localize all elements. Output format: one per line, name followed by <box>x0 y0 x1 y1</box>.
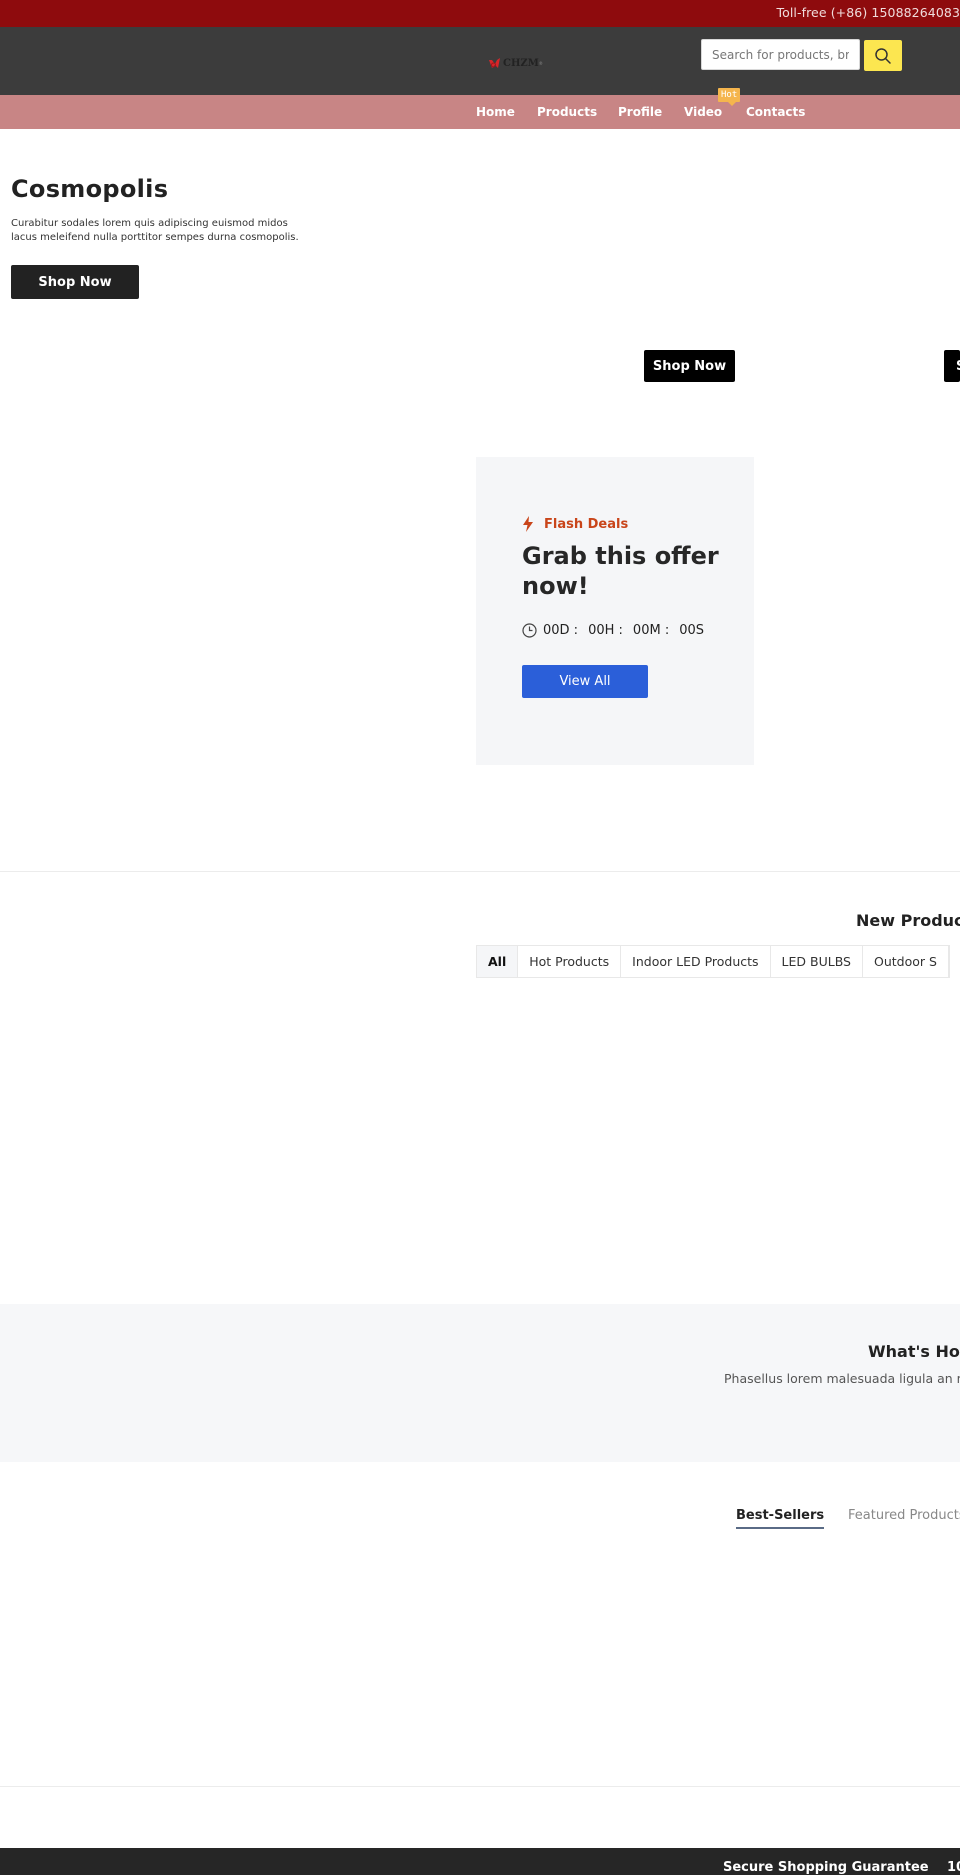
slide-shop-now-button-2[interactable]: Shop Now <box>944 350 960 382</box>
main-nav: Home Products Profile Video Contacts <box>0 95 960 129</box>
tab-hot-products[interactable]: Hot Products <box>518 946 622 977</box>
hero-shop-now-button[interactable]: Shop Now <box>11 265 139 299</box>
tab-led-bulbs[interactable]: LED BULBS <box>771 946 863 977</box>
clock-icon <box>522 623 537 638</box>
tab-indoor-led-products[interactable]: Indoor LED Products <box>621 946 771 977</box>
hot-badge: Hot <box>718 88 741 106</box>
search-button[interactable] <box>864 40 902 71</box>
hero-title: Cosmopolis <box>11 175 169 203</box>
slide-shop-now-button[interactable]: Shop Now <box>644 350 735 382</box>
section-divider-2 <box>0 1786 960 1787</box>
nav-item-home[interactable]: Home <box>476 105 515 119</box>
nav-item-profile[interactable]: Profile <box>618 105 662 119</box>
tab-all[interactable]: All <box>477 946 519 977</box>
countdown-seconds: 00S <box>679 623 704 638</box>
top-bar: Toll-free (+86) 15088264083 <box>0 0 960 27</box>
view-all-button[interactable]: View All <box>522 665 648 698</box>
footer-item-2: 10 <box>947 1860 960 1875</box>
flash-deals-text: Flash Deals <box>544 516 629 532</box>
tab-best-sellers[interactable]: Best-Sellers <box>736 1508 825 1529</box>
registered-mark: ® <box>538 60 543 66</box>
whats-hot-title: What's Hot <box>868 1342 960 1361</box>
tab-featured-products[interactable]: Featured Products <box>848 1508 960 1523</box>
flash-deals-title: Grab this offer now! <box>522 542 719 600</box>
toll-free-phone: Toll-free (+86) 15088264083 <box>776 5 960 20</box>
countdown-minutes: 00M : <box>632 623 670 638</box>
new-products-title: New Products <box>856 911 960 930</box>
search-icon <box>875 47 891 64</box>
footer-bar: Secure Shopping Guarantee 10 <box>0 1848 960 1875</box>
flash-deals-card: Flash Deals Grab this offer now! 00D : 0… <box>476 457 754 765</box>
logo-mark-icon <box>489 58 500 68</box>
whats-hot-subtitle: Phasellus lorem malesuada ligula an mila… <box>724 1371 960 1386</box>
hero-description: Curabitur sodales lorem quis adipiscing … <box>11 218 299 243</box>
section-divider <box>0 871 960 872</box>
nav-item-contacts[interactable]: Contacts <box>746 105 805 119</box>
secure-shopping-guarantee: Secure Shopping Guarantee <box>723 1860 929 1875</box>
lightning-icon <box>523 516 533 532</box>
countdown-hours: 00H : <box>588 623 623 638</box>
site-header: CHZM ® <box>0 27 960 95</box>
countdown-timer: 00D : 00H : 00M : 00S <box>522 623 714 638</box>
search-input[interactable] <box>701 39 860 70</box>
product-category-tabs: All Hot Products Indoor LED Products LED… <box>476 945 950 978</box>
tab-outdoor[interactable]: Outdoor S <box>863 946 949 977</box>
whats-hot-section: What's Hot Phasellus lorem malesuada lig… <box>0 1304 960 1462</box>
nav-item-products[interactable]: Products <box>537 105 597 119</box>
countdown-days: 00D : <box>543 623 579 638</box>
flash-deals-label: Flash Deals <box>522 516 628 532</box>
nav-item-video[interactable]: Video <box>684 105 722 119</box>
site-logo[interactable]: CHZM ® <box>488 55 543 71</box>
logo-text: CHZM <box>503 57 539 69</box>
